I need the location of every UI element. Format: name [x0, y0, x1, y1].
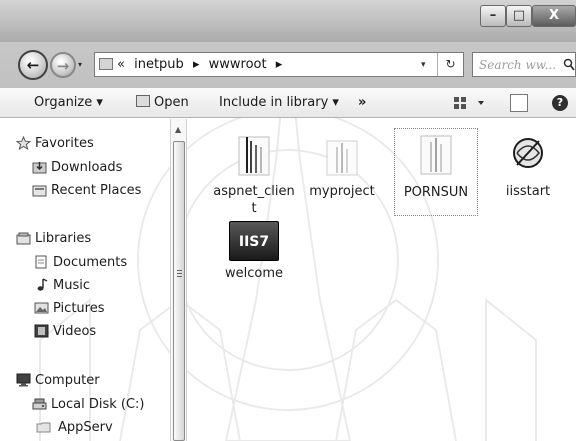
recent-places-icon [32, 185, 47, 197]
pictures-icon [34, 302, 49, 314]
help-icon[interactable]: ? [552, 95, 568, 111]
web-page-icon [513, 138, 543, 168]
preview-pane-icon[interactable] [510, 94, 528, 112]
star-icon [16, 136, 31, 150]
sidebar-item-recent-places[interactable]: Recent Places [32, 182, 141, 200]
open-icon [136, 95, 150, 107]
minimize-icon: – [489, 8, 497, 23]
search-placeholder: Search ww... [479, 58, 557, 72]
folder-icon [99, 58, 113, 70]
breadcrumb-inetpub[interactable]: inetpub [134, 57, 184, 72]
folder-icon [36, 422, 51, 433]
sidebar-item-label: Libraries [35, 231, 92, 246]
scroll-grip-icon [177, 270, 182, 278]
explorer-window: – □ X ← → ▾ « inetpub ▸ wwwroot ▸ ▾ ↻ Se… [0, 0, 576, 441]
back-button[interactable]: ← [18, 50, 48, 80]
sidebar-item-appserv[interactable]: AppServ [36, 419, 113, 437]
breadcrumb-wwwroot[interactable]: wwwroot [209, 57, 267, 72]
hard-drive-icon [32, 398, 47, 410]
change-view-icon[interactable] [452, 94, 488, 112]
address-dropdown-icon[interactable]: ▾ [421, 57, 426, 73]
sidebar-item-documents[interactable]: Documents [34, 254, 127, 272]
sidebar-item-label: Videos [53, 324, 97, 339]
title-bar: – □ X [0, 0, 576, 42]
sidebar-item-label: Computer [35, 373, 100, 388]
open-button[interactable]: Open [136, 94, 189, 112]
downloads-folder-icon [32, 162, 47, 174]
file-name: PORNSUN [403, 185, 469, 200]
sidebar-item-pictures[interactable]: Pictures [34, 300, 104, 318]
sidebar-item-label: AppServ [58, 420, 113, 435]
search-box[interactable]: Search ww... [472, 52, 576, 77]
open-label: Open [154, 95, 189, 110]
sidebar-item-music[interactable]: Music [34, 277, 90, 295]
address-row: ← → ▾ « inetpub ▸ wwwroot ▸ ▾ ↻ Search w… [0, 42, 576, 88]
sidebar-item-local-disk[interactable]: Local Disk (C:) [32, 396, 144, 414]
folder-icon [420, 135, 452, 175]
organize-button[interactable]: Organize ▾ [34, 94, 103, 112]
music-note-icon [37, 278, 48, 291]
maximize-button[interactable]: □ [506, 5, 532, 27]
navigation-pane-scrollbar[interactable]: ▲ [170, 119, 187, 441]
thumbnail-text: IIS7 [238, 234, 270, 250]
folder-icon [238, 136, 270, 176]
command-bar: Organize ▾ Open Include in library ▾ » ? [0, 88, 576, 118]
more-commands-button[interactable]: » [358, 94, 366, 112]
close-button[interactable]: X [532, 5, 576, 27]
file-list: aspnet_client myproject PORNSUN iisstart… [188, 119, 576, 441]
breadcrumb-overflow[interactable]: « [117, 57, 125, 72]
videos-icon [34, 324, 49, 338]
include-in-library-button[interactable]: Include in library ▾ [219, 94, 339, 112]
search-icon[interactable] [563, 58, 575, 72]
sidebar-item-label: Documents [53, 255, 128, 270]
refresh-button[interactable]: ↻ [437, 53, 463, 76]
sidebar-item-label: Downloads [51, 160, 123, 175]
sidebar-item-label: Local Disk (C:) [51, 397, 145, 412]
scroll-up-icon[interactable]: ▲ [175, 125, 181, 134]
sidebar-item-label: Music [53, 278, 90, 293]
sidebar-item-label: Favorites [35, 136, 94, 151]
back-arrow-icon: ← [26, 56, 40, 74]
breadcrumb-separator-icon[interactable]: ▸ [276, 57, 283, 72]
file-name: myproject [309, 184, 375, 199]
sidebar-item-videos[interactable]: Videos [34, 323, 96, 341]
maximize-icon: □ [512, 8, 526, 23]
forward-button[interactable]: → [50, 52, 76, 78]
sidebar-item-label: Pictures [53, 301, 105, 316]
close-icon: X [548, 8, 560, 23]
image-thumbnail: IIS7 [229, 221, 279, 261]
file-name: welcome [224, 266, 283, 281]
file-name: iisstart [505, 184, 551, 199]
breadcrumb: « inetpub ▸ wwwroot ▸ [117, 56, 287, 74]
folder-icon [326, 140, 358, 176]
sidebar-item-label: Recent Places [51, 183, 142, 198]
breadcrumb-separator-icon[interactable]: ▸ [193, 57, 200, 72]
address-bar[interactable]: « inetpub ▸ wwwroot ▸ ▾ ↻ [94, 52, 464, 77]
forward-arrow-icon: → [56, 57, 70, 75]
recent-pages-dropdown[interactable]: ▾ [78, 60, 88, 69]
sidebar-item-favorites[interactable]: Favorites [16, 135, 94, 153]
documents-icon [35, 255, 47, 269]
minimize-button[interactable]: – [480, 5, 506, 27]
libraries-icon [16, 232, 31, 245]
scroll-thumb[interactable] [173, 141, 185, 441]
computer-icon [16, 373, 31, 387]
navigation-pane: Favorites Downloads Recent Places Librar… [0, 119, 170, 441]
sidebar-item-computer[interactable]: Computer [16, 372, 100, 390]
sidebar-item-downloads[interactable]: Downloads [32, 159, 122, 177]
file-name: aspnet_client [213, 184, 295, 216]
sidebar-item-libraries[interactable]: Libraries [16, 230, 91, 248]
